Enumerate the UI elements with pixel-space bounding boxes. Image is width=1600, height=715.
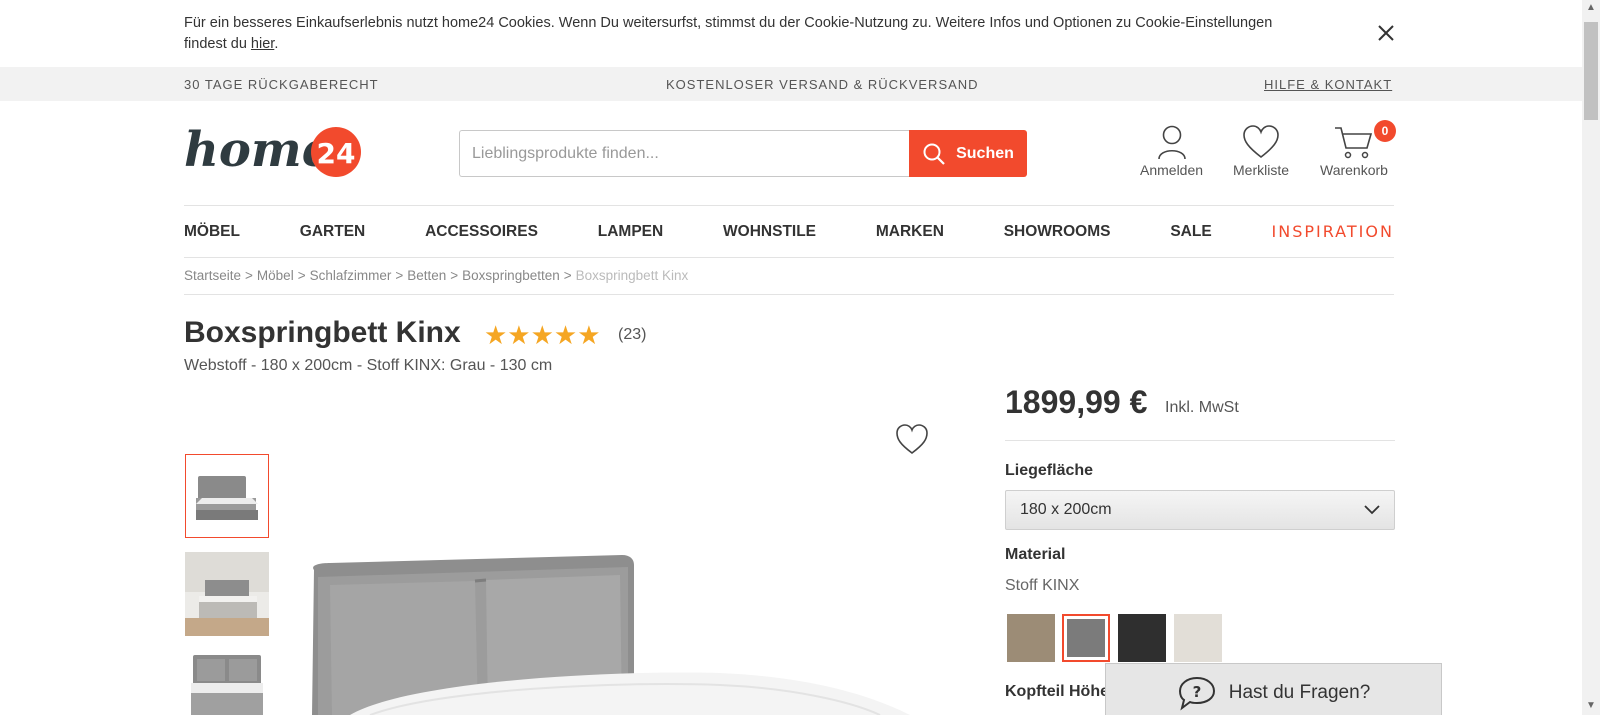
svg-text:?: ?: [1192, 683, 1201, 701]
search-icon: [923, 143, 945, 165]
rating-stars[interactable]: ★★★★★: [484, 320, 601, 351]
search-button-label: Suchen: [956, 144, 1014, 162]
breadcrumb-separator: >: [450, 268, 459, 283]
cookie-text: Für ein besseres Einkaufserlebnis nutzt …: [184, 13, 1304, 55]
product-subtitle: Webstoff - 180 x 200cm - Stoff KINX: Gra…: [184, 357, 553, 374]
nav-item-inspiration[interactable]: INSPIRATION: [1272, 222, 1394, 241]
breadcrumb-separator: >: [297, 268, 306, 283]
wishlist-label: Merkliste: [1233, 162, 1290, 178]
help-contact-link[interactable]: HILFE & KONTAKT: [1264, 77, 1392, 92]
cart-button[interactable]: Warenkorb 0: [1320, 120, 1396, 178]
breadcrumb-boxspringbetten[interactable]: Boxspringbetten: [462, 268, 560, 283]
size-select-value: 180 x 200cm: [1020, 501, 1112, 518]
help-chat-button[interactable]: ? Hast du Fragen?: [1105, 663, 1442, 715]
wishlist-heart-icon[interactable]: [895, 423, 929, 455]
nav-item-lampen[interactable]: LAMPEN: [598, 223, 663, 241]
breadcrumb-separator: >: [395, 268, 404, 283]
nav-item-sale[interactable]: SALE: [1170, 223, 1211, 241]
user-icon: [1157, 125, 1186, 160]
return-policy: 30 TAGE RÜCKGABERECHT: [184, 77, 379, 92]
service-bar: 30 TAGE RÜCKGABERECHT KOSTENLOSER VERSAN…: [0, 67, 1582, 101]
heart-icon: [1243, 125, 1279, 159]
search-button[interactable]: Suchen: [909, 130, 1027, 177]
scrollbar[interactable]: ▲ ▼: [1582, 0, 1600, 715]
cookie-banner: Für ein besseres Einkaufserlebnis nutzt …: [0, 0, 1582, 67]
color-swatch-beige[interactable]: [1007, 614, 1055, 662]
nav-item-wohnstile[interactable]: WOHNSTILE: [723, 223, 816, 241]
breadcrumb-schlafzimmer[interactable]: Schlafzimmer: [310, 268, 392, 283]
cart-label: Warenkorb: [1320, 162, 1388, 178]
logo-number: 24: [317, 137, 356, 170]
login-button[interactable]: Anmelden: [1140, 124, 1203, 178]
logo-text: home: [184, 122, 332, 178]
nav-item-marken[interactable]: MARKEN: [876, 223, 944, 241]
cart-icon: [1334, 127, 1373, 159]
vat-note: Inkl. MwSt: [1165, 399, 1239, 416]
bed-front-thumbnail-image: [191, 654, 263, 715]
breadcrumb-current: Boxspringbett Kinx: [575, 268, 689, 283]
breadcrumb-separator: >: [245, 268, 253, 283]
scroll-up-icon[interactable]: ▲: [1586, 2, 1596, 13]
nav-item-showrooms[interactable]: SHOWROOMS: [1004, 223, 1111, 241]
chevron-down-icon: [1364, 505, 1380, 515]
scrollbar-thumb[interactable]: [1584, 22, 1598, 120]
breadcrumb-startseite[interactable]: Startseite: [184, 268, 241, 283]
breadcrumb-betten[interactable]: Betten: [407, 268, 446, 283]
scroll-down-icon[interactable]: ▼: [1586, 700, 1596, 711]
close-icon[interactable]: [1376, 23, 1396, 43]
wishlist-button[interactable]: Merkliste: [1233, 124, 1289, 178]
cookie-suffix: .: [274, 36, 279, 52]
free-shipping: KOSTENLOSER VERSAND & RÜCKVERSAND: [666, 77, 979, 92]
bedroom-thumbnail-image: [185, 552, 269, 636]
nav-item-moebel[interactable]: MÖBEL: [184, 223, 240, 241]
search-bar: Suchen: [459, 130, 1027, 177]
headboard-height-label: Kopfteil Höhe: [1005, 683, 1109, 700]
color-swatch-cream[interactable]: [1174, 614, 1222, 662]
review-count[interactable]: (23): [618, 326, 646, 344]
gallery-thumbnail[interactable]: [185, 650, 269, 715]
product-title: Boxspringbett Kinx: [184, 316, 461, 349]
search-input[interactable]: [459, 130, 910, 177]
cart-count-badge: 0: [1373, 120, 1396, 142]
nav-item-accessoires[interactable]: ACCESSOIRES: [425, 223, 538, 241]
main-nav: MÖBEL GARTEN ACCESSOIRES LAMPEN WOHNSTIL…: [184, 205, 1394, 258]
cookie-message: Für ein besseres Einkaufserlebnis nutzt …: [184, 15, 1273, 52]
cookie-info-link[interactable]: hier: [251, 36, 274, 52]
color-swatch-black[interactable]: [1118, 614, 1166, 662]
material-label: Material: [1005, 546, 1066, 563]
size-select[interactable]: 180 x 200cm: [1005, 490, 1395, 530]
breadcrumb-separator: >: [563, 268, 572, 283]
product-main-image[interactable]: [290, 405, 960, 715]
chat-bubble-icon: ?: [1178, 676, 1215, 711]
breadcrumb: Startseite > Möbel > Schlafzimmer > Betten > Box…: [184, 268, 1394, 295]
gallery-thumbnail[interactable]: [185, 552, 269, 636]
breadcrumb-moebel[interactable]: Möbel: [257, 268, 294, 283]
gallery-thumbnail[interactable]: [185, 454, 269, 538]
color-swatch-grey[interactable]: [1062, 614, 1110, 662]
size-label: Liegefläche: [1005, 462, 1094, 479]
nav-item-garten[interactable]: GARTEN: [300, 223, 365, 241]
bed-thumbnail-image: [196, 476, 258, 520]
logo[interactable]: home 24: [184, 116, 362, 180]
product-price: 1899,99 €: [1005, 384, 1148, 420]
help-label: Hast du Fragen?: [1228, 682, 1371, 703]
login-label: Anmelden: [1140, 162, 1204, 178]
material-value: Stoff KINX: [1005, 577, 1080, 594]
divider: [1005, 440, 1395, 441]
